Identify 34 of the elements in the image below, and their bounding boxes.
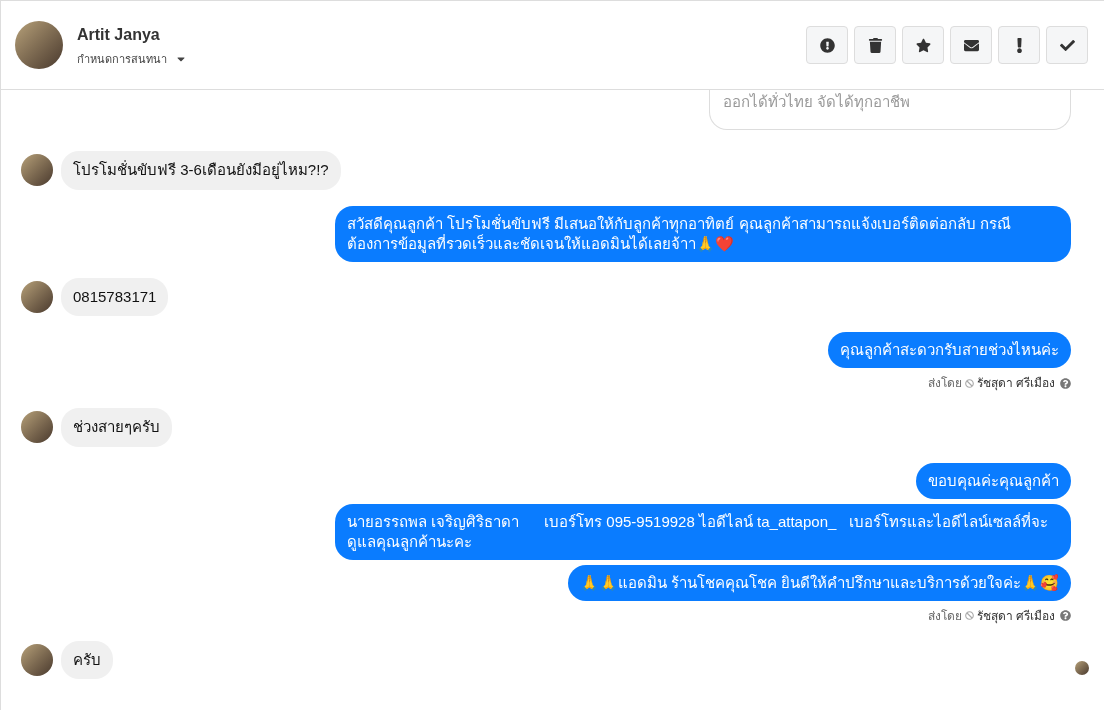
avatar — [21, 154, 53, 187]
check-icon — [1059, 37, 1075, 53]
outgoing-message: สวัสดีคุณลูกค้า โปรโมชั่นขับฟรี มีเสนอให้กับลูกค้าทุกอาทิตย์ คุณลูกค้าสามารถแจ้งเบอร์ติดต่อกลับ กรณีต้องการข้อมูลที่รวดเร็วและชัดเจนให้แอดมินได้เลยจ้าา🙏❤ — [335, 205, 1071, 262]
action-button[interactable] — [998, 26, 1040, 64]
star-icon — [915, 37, 931, 53]
sender-name: รัชสุดา ศรีเมือง — [976, 607, 1055, 625]
incoming-message: ครับ — [61, 640, 113, 679]
incoming-message: ช่วงสายๆครับ — [61, 408, 172, 447]
action-button[interactable] — [854, 26, 896, 64]
action-button[interactable] — [1046, 26, 1088, 64]
preview-text: ออกได้ทั่วไทย จัดได้ทุกอาชีพ — [723, 93, 911, 110]
envelope-icon — [963, 37, 979, 53]
sent-by-label: ส่งโดย — [927, 375, 962, 392]
help-icon[interactable] — [1060, 610, 1071, 621]
alert-icon — [819, 37, 835, 53]
help-icon[interactable] — [1060, 377, 1071, 389]
action-button[interactable] — [806, 26, 848, 64]
incoming-message: 0815783171 — [61, 277, 169, 316]
outgoing-message: ขอบคุณค่ะคุณลูกค้า — [916, 462, 1071, 499]
sent-by-label: ส่งโดย — [927, 607, 962, 625]
action-button[interactable] — [950, 26, 992, 64]
contact-name: Artit Janya — [77, 24, 161, 45]
trash-icon — [867, 37, 883, 53]
incoming-message: โปรโมชั่นขับฟรี 3-6เดือนยังมีอยู่ไหม?!? — [61, 151, 341, 190]
avatar — [21, 280, 53, 313]
conversation-menu[interactable]: กำหนดการสนทนา — [77, 50, 187, 68]
outgoing-message: นายอรรถพล เจริญศิริธาดา เบอร์โทร 095-9519928 ไอดีไลน์ ta_attapon_ เบอร์โทรและไอดีไลน์เซลล์ที่จะดูแลคุณลูกค้านะคะ — [335, 503, 1071, 560]
sender-name: รัชสุดา ศรีเมือง — [976, 375, 1055, 392]
outgoing-message: คุณลูกค้าสะดวกรับสายช่วงไหนค่ะ — [828, 332, 1071, 368]
avatar — [21, 411, 53, 444]
action-button[interactable] — [902, 26, 944, 64]
outgoing-message: 🙏🙏แอดมิน ร้านโชคคุณโชค ยินดีให้คำปรึกษาและบริการด้วยใจค่ะ🙏🥰 — [567, 564, 1071, 601]
avatar — [15, 21, 63, 69]
avatar — [21, 643, 53, 676]
